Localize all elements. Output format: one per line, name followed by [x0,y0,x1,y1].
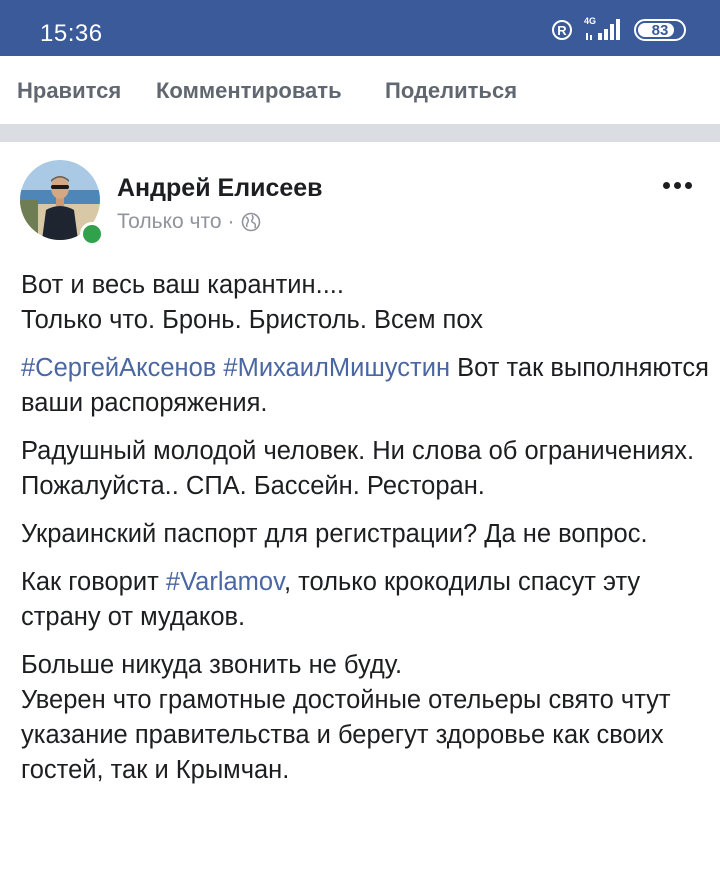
paragraph-5-text: Как говорит [21,568,166,596]
battery-icon: 83 [634,19,686,41]
paragraph-5: Как говорит #Varlamov, только крокодилы … [21,565,711,635]
status-time: 15:36 [40,20,103,47]
post-time[interactable]: Только что [117,210,222,234]
online-status-dot [80,222,104,246]
author-name[interactable]: Андрей Елисеев [117,174,323,203]
battery-level: 83 [651,21,669,39]
status-bar: 15:36 R 4G 83 [0,0,720,56]
network-type: 4G [584,16,597,26]
feed-separator [0,124,720,142]
paragraph-4: Украинский паспорт для регистрации? Да н… [21,520,648,548]
status-icons: R 4G 83 [552,16,686,42]
hashtag-link[interactable]: #МихаилМишустин [223,354,450,382]
share-button[interactable]: Поделиться [385,78,517,104]
paragraph-1-line-2: Только что. Бронь. Бристоль. Всем пох [21,306,484,334]
comment-button[interactable]: Комментировать [156,78,342,104]
hashtag-link[interactable]: #Varlamov [166,568,284,596]
more-horizontal-icon[interactable] [663,182,692,189]
post-action-bar: Нравится Комментировать Поделиться [0,56,720,124]
post-card: Андрей Елисеев Только что · Вот и весь в… [0,142,720,871]
paragraph-6-line-2: Уверен что грамотные достойные отельеры … [21,686,671,784]
paragraph-1-line-1: Вот и весь ваш карантин.... [21,271,344,299]
globe-icon [241,212,260,232]
paragraph-6: Больше никуда звонить не буду. Уверен чт… [21,648,711,788]
paragraph-3: Радушный молодой человек. Ни слова об ог… [21,437,695,500]
paragraph-2: #СергейАксенов #МихаилМишустин Вот так в… [21,351,711,421]
registered-icon: R [552,20,572,40]
meta-separator: · [227,210,235,233]
paragraph-1: Вот и весь ваш карантин.... Только что. … [21,268,711,338]
hashtag-link[interactable]: #СергейАксенов [21,354,216,382]
signal-icon: 4G [584,16,622,42]
post-meta: Только что · [117,210,261,234]
paragraph-6-line-1: Больше никуда звонить не буду. [21,651,403,679]
post-text: Вот и весь ваш карантин.... Только что. … [21,268,711,801]
like-button[interactable]: Нравится [17,78,121,104]
